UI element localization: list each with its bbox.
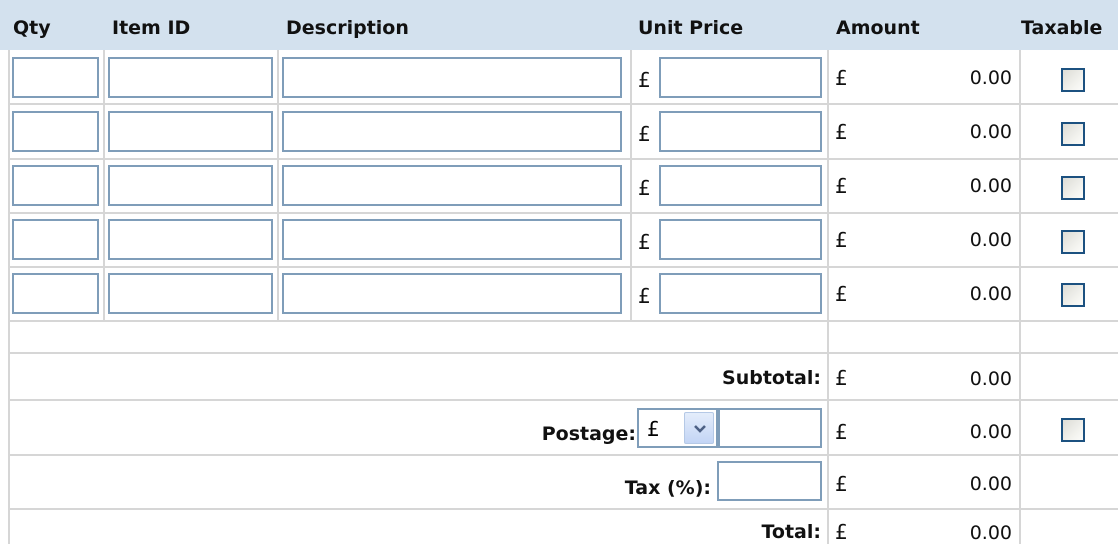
description-input[interactable] [282,219,622,260]
postage-input[interactable] [718,408,822,448]
grid-line [8,352,1118,354]
total-amount: 0.00 [969,522,1012,544]
description-input[interactable] [282,273,622,314]
currency-symbol: £ [638,230,651,254]
item-id-input[interactable] [108,111,273,152]
currency-symbol: £ [638,284,651,308]
qty-input[interactable] [12,165,99,206]
column-header-description: Description [286,17,409,39]
tax-percent-input[interactable] [717,461,822,501]
grid-line [1019,50,1021,544]
grid-line [8,158,1118,160]
item-id-input[interactable] [108,165,273,206]
line-amount: 0.00 [969,229,1012,251]
item-id-input[interactable] [108,57,273,98]
column-header-item-id: Item ID [112,17,191,39]
currency-symbol: £ [638,176,651,200]
line-amount: 0.00 [969,283,1012,305]
currency-symbol: £ [835,120,848,144]
unit-price-input[interactable] [659,111,822,152]
unit-price-input[interactable] [659,165,822,206]
table-header: Qty Item ID Description Unit Price Amoun… [0,0,1118,50]
grid-line [630,50,632,320]
grid-line [8,266,1118,268]
tax-label: Tax (%): [624,477,711,499]
taxable-checkbox[interactable] [1061,176,1085,200]
grid-line [8,399,1118,401]
line-amount: 0.00 [969,67,1012,89]
qty-input[interactable] [12,273,99,314]
grid-line [8,454,1118,456]
unit-price-input[interactable] [659,219,822,260]
postage-currency-select[interactable]: £ [637,408,718,448]
item-id-input[interactable] [108,219,273,260]
grid-line [277,50,279,320]
currency-symbol: £ [638,122,651,146]
currency-symbol: £ [835,366,848,390]
postage-label: Postage: [541,423,636,445]
grid-line [103,50,105,320]
subtotal-amount: 0.00 [969,368,1012,390]
currency-symbol: £ [835,228,848,252]
grid-line [8,212,1118,214]
grid-line [8,103,1118,105]
grid-line [8,50,10,544]
description-input[interactable] [282,111,622,152]
qty-input[interactable] [12,219,99,260]
grid-line [8,320,1118,322]
currency-symbol: £ [835,520,848,544]
column-header-amount: Amount [836,17,920,39]
postage-amount: 0.00 [969,421,1012,443]
taxable-checkbox[interactable] [1061,122,1085,146]
taxable-checkbox[interactable] [1061,68,1085,92]
qty-input[interactable] [12,111,99,152]
chevron-down-icon[interactable] [684,412,714,444]
column-header-taxable: Taxable [1021,17,1103,39]
qty-input[interactable] [12,57,99,98]
currency-symbol: £ [835,472,848,496]
currency-symbol: £ [835,174,848,198]
line-amount: 0.00 [969,175,1012,197]
currency-symbol: £ [638,68,651,92]
taxable-checkbox[interactable] [1061,230,1085,254]
currency-symbol: £ [835,66,848,90]
grid-line [8,508,1118,510]
currency-symbol: £ [835,420,848,444]
postage-taxable-checkbox[interactable] [1061,418,1085,442]
unit-price-input[interactable] [659,57,822,98]
taxable-checkbox[interactable] [1061,283,1085,307]
column-header-qty: Qty [13,17,51,39]
item-id-input[interactable] [108,273,273,314]
invoice-items-table: Qty Item ID Description Unit Price Amoun… [0,0,1118,544]
description-input[interactable] [282,57,622,98]
tax-amount: 0.00 [969,473,1012,495]
description-input[interactable] [282,165,622,206]
unit-price-input[interactable] [659,273,822,314]
subtotal-label: Subtotal: [722,367,821,389]
line-amount: 0.00 [969,121,1012,143]
total-label: Total: [761,521,821,543]
postage-currency-value: £ [647,417,660,441]
currency-symbol: £ [835,282,848,306]
column-header-unit-price: Unit Price [638,17,744,39]
grid-line [827,50,829,544]
